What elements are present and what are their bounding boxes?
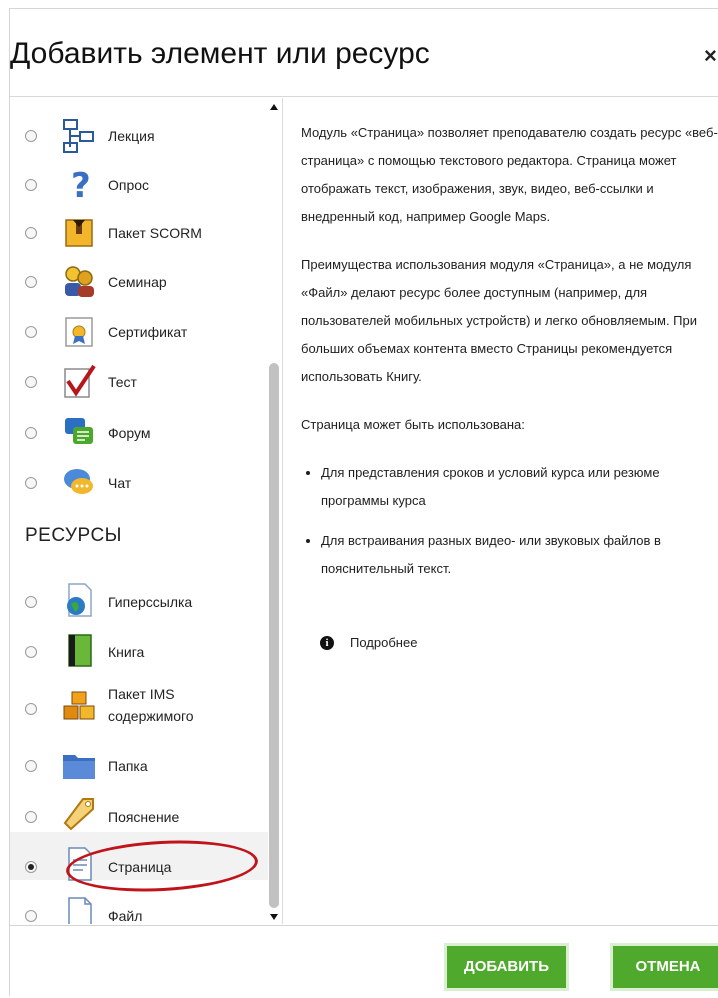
option-book[interactable]: Книга [10,619,268,667]
add-activity-dialog: Добавить элемент или ресурс × Лекция ? О… [9,8,718,998]
folder-icon [63,755,95,779]
book-icon [68,634,92,667]
option-folder[interactable]: Папка [10,734,268,782]
quiz-check-icon [64,364,96,398]
option-workshop[interactable]: Семинар [10,249,268,297]
cancel-button[interactable]: ОТМЕНА [613,946,718,988]
radio-button[interactable] [25,910,37,922]
option-label: Тест [108,374,137,390]
radio-button[interactable] [25,276,37,288]
option-certificate[interactable]: Сертификат [10,299,268,347]
option-forum[interactable]: Форум [10,400,268,448]
radio-button[interactable] [25,376,37,388]
option-label: Сертификат [108,324,188,340]
url-icon [67,583,92,617]
forum-icon [65,418,93,444]
radio-button[interactable] [25,811,37,823]
more-link-text[interactable]: Подробнее [350,635,417,650]
option-url[interactable]: Гиперссылка [10,569,268,617]
option-label: Книга [108,644,145,660]
option-label: Папка [108,758,148,774]
certificate-icon [65,317,93,347]
label-tag-icon [63,798,94,831]
option-label: Семинар [108,274,167,290]
radio-button[interactable] [25,596,37,608]
file-icon [68,897,92,924]
scroll-down-arrow-icon[interactable] [270,914,278,920]
radio-button[interactable] [25,427,37,439]
svg-text:?: ? [71,166,91,202]
radio-button[interactable] [25,703,37,715]
option-label: Пояснение [108,809,180,825]
radio-button[interactable] [25,326,37,338]
option-label: Пакет IMS [108,686,175,702]
radio-button[interactable] [25,760,37,772]
option-label: Файл [108,908,143,924]
option-label: Гиперссылка [108,594,193,610]
radio-button[interactable] [25,477,37,489]
chat-icon [64,469,93,494]
radio-button[interactable] [25,227,37,239]
radio-button[interactable] [25,130,37,142]
radio-button[interactable] [25,179,37,191]
ims-package-icon [63,691,95,720]
option-survey[interactable]: ? Опрос [10,150,268,202]
option-label: Лекция [108,128,155,144]
add-button[interactable]: ДОБАВИТЬ [447,946,566,988]
radio-button-selected[interactable] [25,861,37,873]
option-label-resource[interactable]: Пояснение [10,784,268,832]
panel-divider [282,98,283,924]
list-item: Для представления сроков и условий курса… [321,459,718,515]
option-label: Опрос [108,177,150,193]
option-lesson[interactable]: Лекция [10,100,268,153]
question-icon: ? [71,166,91,202]
scrollbar-thumb[interactable] [269,363,279,908]
dialog-title: Добавить элемент или ресурс [10,37,430,70]
option-label-line2: содержимого [108,708,194,724]
scorm-package-icon [65,219,93,247]
list-item: Для встраивания разных видео- или звуков… [321,527,718,583]
close-icon[interactable]: × [704,43,717,69]
option-chat[interactable]: Чат [10,450,268,498]
option-label: Чат [108,475,132,491]
resources-heading: РЕСУРСЫ [25,525,123,546]
radio-button[interactable] [25,646,37,658]
workshop-icon [65,266,94,297]
option-label: Форум [108,425,151,441]
description-paragraph: Преимущества использования модуля «Стран… [301,257,698,384]
module-chooser-list: Лекция ? Опрос Пакет SCORM Семинар Серти… [10,98,280,924]
description-paragraph: Модуль «Страница» позволяет преподавател… [301,125,718,224]
option-quiz[interactable]: Тест [10,349,268,398]
lesson-icon [63,119,94,153]
option-scorm[interactable]: Пакет SCORM [10,200,268,248]
list-scrollbar[interactable] [266,98,282,924]
module-description: Модуль «Страница» позволяет преподавател… [301,119,718,595]
description-paragraph: Страница может быть использована: [301,417,525,432]
dialog-header: Добавить элемент или ресурс × [10,9,718,97]
dialog-footer: ДОБАВИТЬ ОТМЕНА [10,925,718,998]
option-ims[interactable]: Пакет IMS содержимого [10,671,268,731]
option-label: Пакет SCORM [108,225,202,241]
description-list: Для представления сроков и условий курса… [301,459,718,583]
scroll-up-arrow-icon[interactable] [270,104,278,110]
info-icon: i [320,636,334,650]
